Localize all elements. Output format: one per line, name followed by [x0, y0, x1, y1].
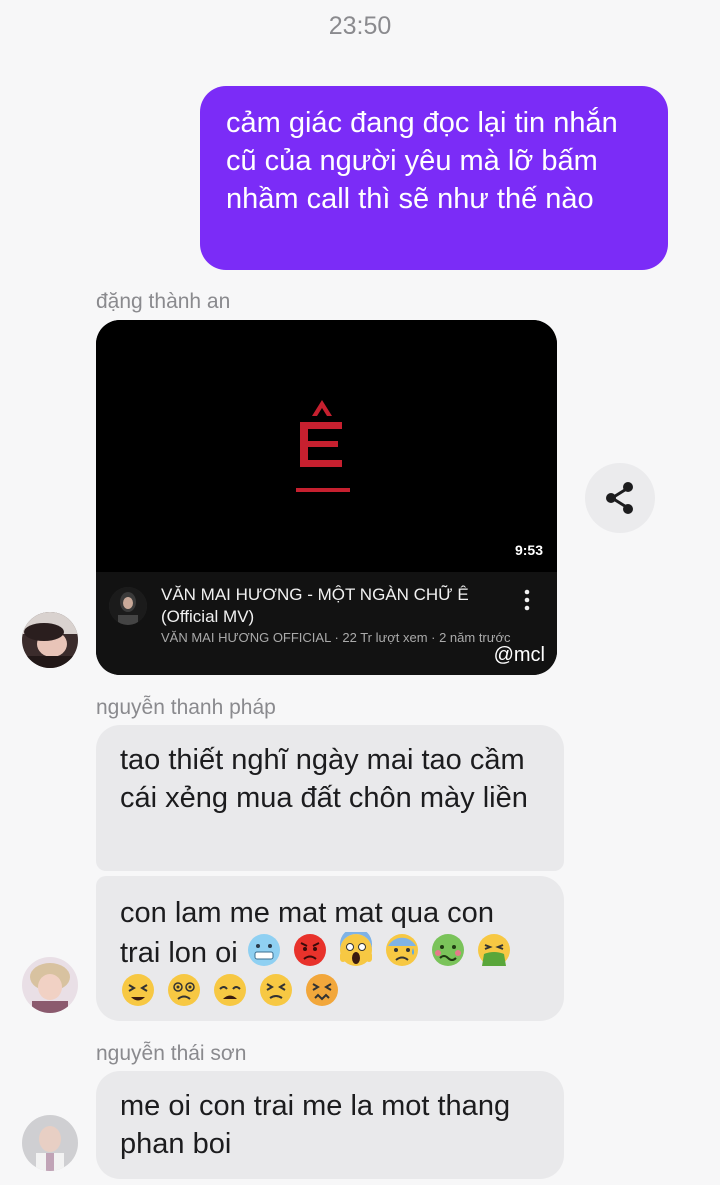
chat-screen: 23:50 cảm giác đang đọc lại tin nhắn cũ … [0, 0, 720, 1185]
shared-video-card[interactable]: 9:53 VĂN MAI HƯƠNG - MỘT NGÀN CHỮ Ê (Off… [96, 320, 557, 675]
video-title[interactable]: VĂN MAI HƯƠNG - MỘT NGÀN CHỮ Ê (Official… [161, 584, 501, 628]
sender-name: đặng thành an [96, 290, 231, 313]
share-button[interactable] [585, 463, 655, 533]
sender-name: nguyễn thái sơn [96, 1042, 247, 1065]
anxious-face-emoji [385, 934, 418, 966]
incoming-message-bubble[interactable]: con lam me mat mat qua con trai lon oi [96, 876, 564, 1021]
persevering-face-emoji [260, 974, 293, 1006]
outgoing-message-bubble[interactable]: cảm giác đang đọc lại tin nhắn cũ của ng… [200, 86, 668, 270]
avatar[interactable] [22, 1115, 78, 1171]
dizzy-face-emoji [168, 974, 201, 1006]
video-watermark: @mcl [493, 644, 545, 666]
video-duration: 9:53 [514, 542, 543, 558]
video-thumbnail [96, 320, 557, 572]
nauseated-face-emoji [431, 934, 464, 966]
video-info-bar: VĂN MAI HƯƠNG - MỘT NGÀN CHỮ Ê (Official… [96, 572, 557, 675]
incoming-message-bubble[interactable]: tao thiết nghĩ ngày mai tao cầm cái xẻng… [96, 725, 564, 871]
incoming-message-bubble[interactable]: me oi con trai me la mot thang phan boi [96, 1071, 564, 1179]
cold-face-emoji [247, 934, 280, 966]
angry-face-emoji [293, 934, 326, 966]
screaming-face-emoji [339, 932, 372, 966]
avatar[interactable] [22, 957, 78, 1013]
avatar[interactable] [22, 612, 78, 668]
vomiting-face-emoji [478, 934, 511, 966]
more-options-icon[interactable] [521, 588, 533, 612]
message-timestamp: 23:50 [328, 12, 392, 40]
confounded-face-emoji [306, 974, 339, 1006]
sender-name: nguyễn thanh pháp [96, 696, 276, 719]
channel-avatar[interactable] [109, 587, 147, 625]
video-meta: VĂN MAI HƯƠNG OFFICIAL · 22 Tr lượt xem … [161, 630, 511, 645]
weary-face-emoji [214, 974, 247, 1006]
share-icon [606, 482, 633, 514]
tired-face-emoji [122, 974, 154, 1006]
